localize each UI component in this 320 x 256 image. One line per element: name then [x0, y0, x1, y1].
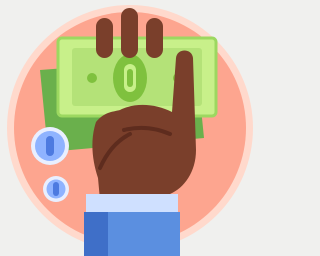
shirt-cuff [86, 194, 178, 214]
coin-small-icon [43, 176, 69, 202]
coin-large-icon [31, 127, 69, 165]
illustration [7, 5, 253, 256]
sleeve [84, 212, 180, 256]
hand-holding-cash-icon [0, 0, 261, 256]
